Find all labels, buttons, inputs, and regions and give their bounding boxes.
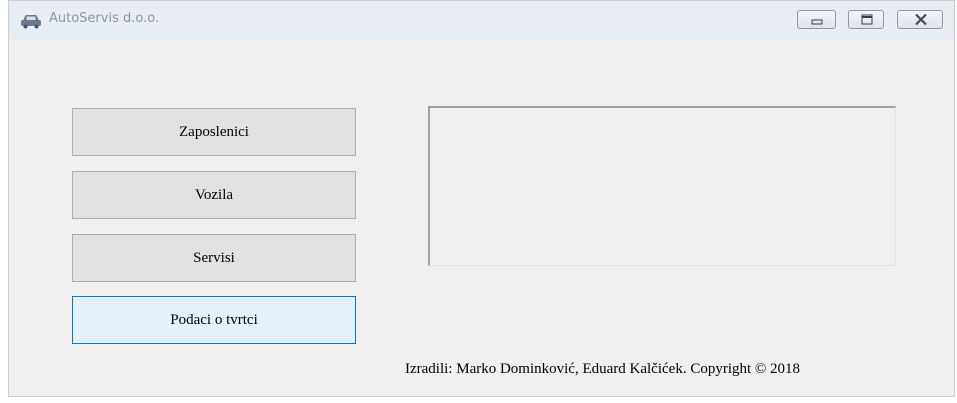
credits-label: Izradili: Marko Dominković, Eduard Kalči… (405, 361, 801, 377)
servisi-button[interactable]: Servisi (72, 234, 356, 282)
content-panel (428, 106, 896, 266)
title-bar[interactable]: AutoServis d.o.o. (9, 1, 954, 39)
main-window: AutoServis d.o.o. Zaposlenici Vozila Ser… (8, 0, 955, 397)
zaposlenici-button[interactable]: Zaposlenici (72, 108, 356, 156)
maximize-icon (861, 14, 873, 25)
podaci-o-tvrtci-button[interactable]: Podaci o tvrtci (72, 296, 356, 344)
minimize-icon (811, 19, 823, 25)
form-content: Zaposlenici Vozila Servisi Podaci o tvrt… (9, 39, 954, 396)
minimize-button[interactable] (797, 10, 836, 29)
close-icon (915, 13, 927, 26)
maximize-button[interactable] (848, 10, 884, 29)
vozila-button[interactable]: Vozila (72, 171, 356, 219)
window-title: AutoServis d.o.o. (49, 11, 160, 26)
car-icon (20, 13, 42, 29)
close-button[interactable] (897, 10, 943, 29)
